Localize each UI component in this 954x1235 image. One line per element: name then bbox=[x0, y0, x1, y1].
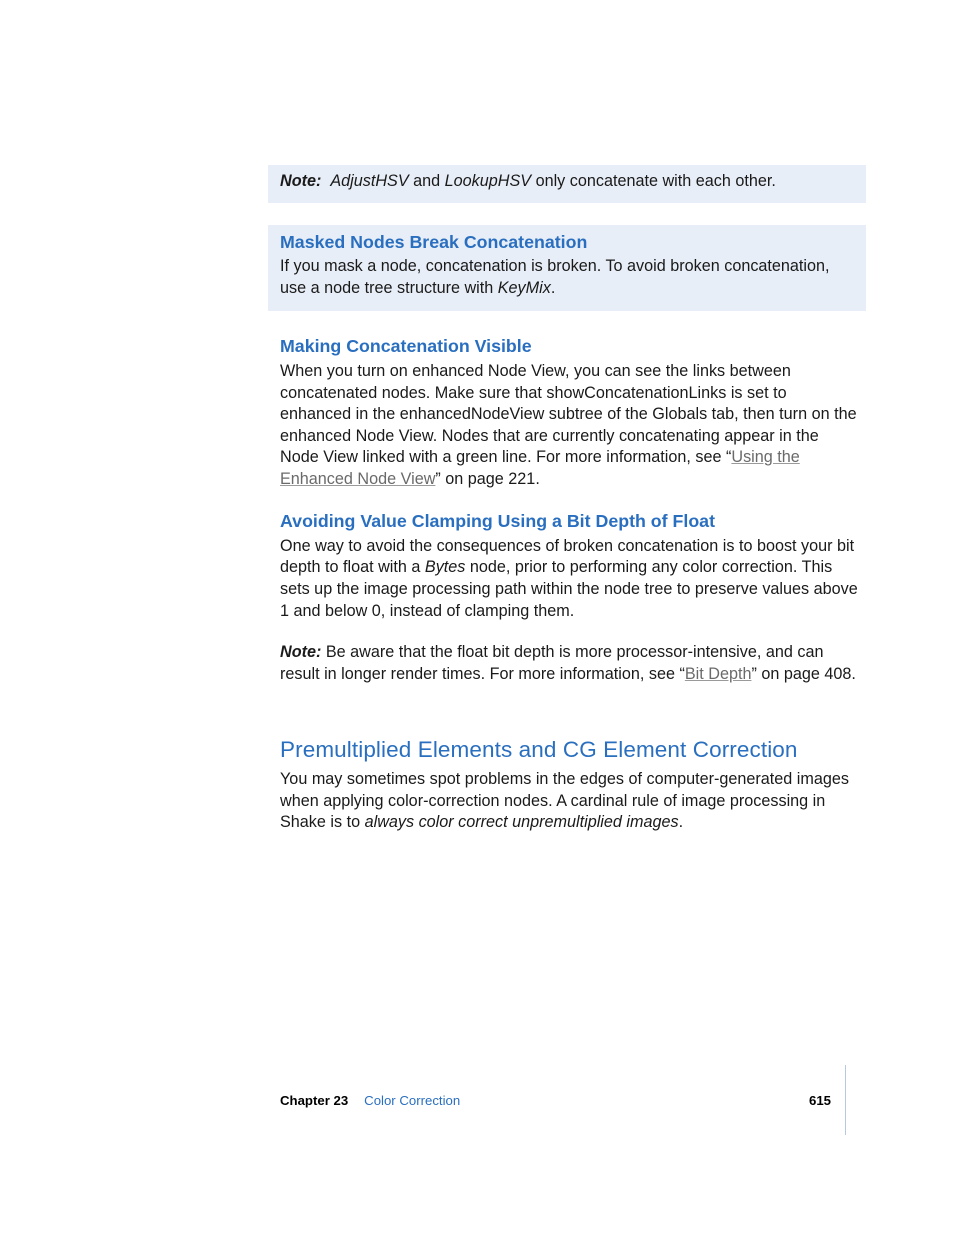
heading-masked: Masked Nodes Break Concatenation bbox=[280, 231, 854, 255]
callout-masked-nodes: Masked Nodes Break Concatenation If you … bbox=[268, 225, 866, 312]
page: Note: AdjustHSV and LookupHSV only conca… bbox=[0, 0, 954, 1235]
masked-italic: KeyMix bbox=[498, 279, 551, 297]
note-mid: and bbox=[409, 172, 445, 190]
note2-prefix: Note: bbox=[280, 643, 321, 661]
note-italic-2: LookupHSV bbox=[445, 172, 531, 190]
note-float-paragraph: Note: Be aware that the float bit depth … bbox=[280, 642, 860, 685]
page-number: 615 bbox=[809, 1093, 831, 1108]
masked-paragraph: If you mask a node, concatenation is bro… bbox=[280, 256, 854, 299]
chapter-title: Color Correction bbox=[364, 1093, 460, 1108]
making-text-b: ” on page 221. bbox=[435, 470, 539, 488]
premult-italic: always color correct unpremultiplied ima… bbox=[365, 813, 679, 831]
heading-avoiding: Avoiding Value Clamping Using a Bit Dept… bbox=[280, 510, 860, 534]
page-footer: Chapter 23 Color Correction 615 bbox=[280, 1065, 846, 1135]
note-tail: only concatenate with each other. bbox=[531, 172, 776, 190]
masked-text-b: . bbox=[551, 279, 556, 297]
avoiding-paragraph-1: One way to avoid the consequences of bro… bbox=[280, 536, 860, 622]
content-column: Note: AdjustHSV and LookupHSV only conca… bbox=[280, 165, 860, 834]
heading-making: Making Concatenation Visible bbox=[280, 335, 860, 359]
note-text: Note: AdjustHSV and LookupHSV only conca… bbox=[280, 171, 854, 193]
making-paragraph: When you turn on enhanced Node View, you… bbox=[280, 361, 860, 490]
note-italic-1: AdjustHSV bbox=[330, 172, 408, 190]
note-box-adjusthsv: Note: AdjustHSV and LookupHSV only conca… bbox=[268, 165, 866, 203]
note2-text-b: ” on page 408. bbox=[751, 665, 855, 683]
heading-premultiplied: Premultiplied Elements and CG Element Co… bbox=[280, 735, 860, 765]
premult-text-b: . bbox=[679, 813, 684, 831]
link-bit-depth[interactable]: Bit Depth bbox=[685, 665, 752, 683]
footer-left: Chapter 23 Color Correction bbox=[280, 1093, 460, 1108]
avoiding-italic: Bytes bbox=[425, 558, 466, 576]
chapter-label: Chapter 23 bbox=[280, 1093, 348, 1108]
note-prefix: Note: bbox=[280, 172, 321, 190]
premult-paragraph: You may sometimes spot problems in the e… bbox=[280, 769, 860, 834]
